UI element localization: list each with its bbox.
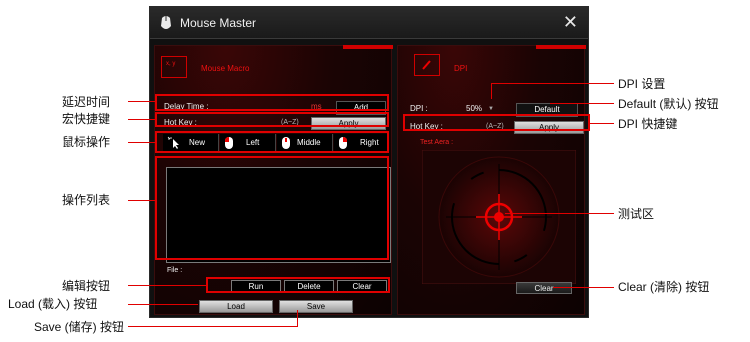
annotation-mouse-action: 鼠标操作: [62, 135, 111, 149]
mouse-app-icon: [161, 16, 171, 29]
annotation-line: [491, 83, 614, 84]
load-button[interactable]: Load: [199, 300, 273, 313]
annotation-macro-hotkey: 宏快捷键: [62, 112, 111, 126]
annotation-box-edit: [206, 277, 390, 293]
annotation-default-button: Default (默认) 按钮: [618, 97, 719, 111]
annotation-dpi-setting: DPI 设置: [618, 77, 666, 91]
save-button[interactable]: Save: [279, 300, 353, 313]
annotation-test-area: 测试区: [618, 207, 655, 221]
annotation-line: [590, 123, 614, 124]
annotation-action-list: 操作列表: [62, 193, 111, 207]
annotation-box-delay: [155, 94, 389, 111]
annotation-line: [128, 119, 155, 120]
macro-header-title: Mouse Macro: [201, 64, 250, 73]
annotation-box-dpi-hotkey: [403, 114, 590, 131]
annotation-delay-time: 延迟时间: [62, 95, 111, 109]
panel-accent-bar: [343, 45, 393, 49]
dpi-header-title: DPI: [454, 64, 468, 73]
annotation-line: [491, 83, 492, 99]
annotation-line: [128, 326, 298, 327]
annotation-box-list: [155, 156, 389, 260]
dpi-header-icon: [414, 54, 440, 76]
annotation-line: [128, 285, 206, 286]
annotation-load-button: Load (载入) 按钮: [8, 297, 98, 311]
test-area-label: Test Aera :: [420, 139, 454, 146]
title-bar: Mouse Master ✕: [150, 7, 588, 39]
annotation-save-button: Save (储存) 按钮: [34, 320, 125, 334]
dpi-clear-button[interactable]: Clear: [516, 282, 572, 294]
annotation-line: [553, 287, 614, 288]
annotation-line: [505, 213, 614, 214]
macro-header-icon-text: x, y: [166, 61, 176, 67]
annotation-edit-buttons: 编辑按钮: [62, 279, 111, 293]
annotation-line: [128, 101, 155, 102]
annotation-clear-button: Clear (清除) 按钮: [618, 280, 710, 294]
test-area[interactable]: [421, 149, 577, 285]
annotation-line: [297, 310, 298, 327]
annotation-dpi-hotkey: DPI 快捷键: [618, 117, 678, 131]
annotation-box-actions: [155, 131, 389, 153]
window-title: Mouse Master: [180, 16, 257, 30]
annotation-line: [128, 142, 155, 143]
annotation-box-hotkey: [155, 112, 389, 127]
panel-accent-bar: [536, 45, 586, 49]
target-crosshair-icon: [421, 149, 577, 285]
annotation-line: [550, 103, 614, 104]
file-label: File :: [167, 267, 183, 274]
macro-header-icon: x, y: [161, 56, 187, 78]
annotation-line: [128, 200, 155, 201]
close-button[interactable]: ✕: [563, 13, 578, 31]
pen-icon: [422, 60, 431, 70]
annotation-line: [128, 304, 198, 305]
